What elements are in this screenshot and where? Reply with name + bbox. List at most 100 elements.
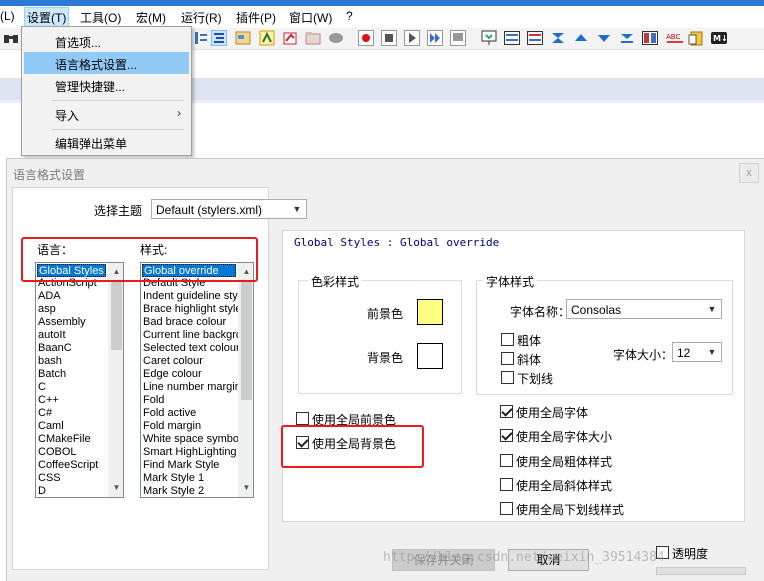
bg-color-swatch[interactable] bbox=[417, 343, 443, 369]
save-macro-icon[interactable] bbox=[450, 30, 466, 46]
list-item[interactable]: C++ bbox=[38, 394, 59, 407]
italic-checkbox[interactable] bbox=[501, 352, 514, 365]
scroll-down-icon[interactable]: ▼ bbox=[111, 482, 122, 494]
menu-item-preferences[interactable]: 首选项... bbox=[24, 30, 189, 52]
list-item[interactable]: Smart HighLighting bbox=[143, 446, 237, 459]
list-item[interactable]: Batch bbox=[38, 368, 66, 381]
transparency-slider[interactable] bbox=[656, 567, 746, 575]
scroll-thumb[interactable] bbox=[241, 280, 252, 400]
list-item[interactable]: Edge colour bbox=[143, 368, 202, 381]
list-item[interactable]: Caml bbox=[38, 420, 64, 433]
record-icon[interactable] bbox=[328, 30, 344, 46]
menu-language[interactable]: (L) bbox=[0, 9, 15, 23]
binoculars-icon[interactable] bbox=[3, 30, 19, 46]
font-name-select[interactable]: Consolas ▼ bbox=[566, 299, 722, 319]
list-item[interactable]: bash bbox=[38, 355, 62, 368]
style-list[interactable]: Global override Default Style Indent gui… bbox=[140, 262, 254, 498]
list-item[interactable]: C bbox=[38, 381, 46, 394]
macro-icon[interactable] bbox=[305, 30, 321, 46]
list-item[interactable]: Caret colour bbox=[143, 355, 203, 368]
use-global-font-size-checkbox[interactable] bbox=[500, 429, 513, 442]
language-list-scrollbar[interactable]: ▲ ▼ bbox=[108, 263, 123, 497]
list-item[interactable]: ADA bbox=[38, 290, 61, 303]
menu-item-shortcut-mapper[interactable]: 管理快捷键... bbox=[24, 74, 189, 96]
list-item[interactable]: CoffeeScript bbox=[38, 459, 98, 472]
stop-icon[interactable] bbox=[381, 30, 397, 46]
list-item[interactable]: Brace highlight style bbox=[143, 303, 241, 316]
list-item[interactable]: CMakeFile bbox=[38, 433, 91, 446]
font-name-value: Consolas bbox=[571, 303, 622, 317]
use-global-fg-checkbox[interactable] bbox=[296, 412, 309, 425]
use-global-italic-checkbox[interactable] bbox=[500, 478, 513, 491]
list-item[interactable]: Fold active bbox=[143, 407, 196, 420]
list-item[interactable]: Mark Style 1 bbox=[143, 472, 204, 485]
use-global-font-checkbox[interactable] bbox=[500, 405, 513, 418]
italic-label: 斜体 bbox=[517, 353, 542, 367]
theme-select-value: Default (stylers.xml) bbox=[156, 203, 263, 217]
language-list[interactable]: Global Styles ActionScript ADA asp Assem… bbox=[35, 262, 124, 498]
clipboard-icon[interactable] bbox=[688, 30, 704, 46]
theme-select[interactable]: Default (stylers.xml) ▼ bbox=[151, 199, 307, 219]
menu-help[interactable]: ? bbox=[346, 9, 353, 23]
list-item[interactable]: D bbox=[38, 485, 46, 497]
menu-item-style-configurator[interactable]: 语言格式设置... bbox=[24, 52, 189, 74]
menu-tools[interactable]: 工具(O) bbox=[80, 9, 121, 26]
list-item[interactable]: C# bbox=[38, 407, 52, 420]
font-size-label: 字体大小： bbox=[613, 348, 674, 362]
word-wrap-icon[interactable] bbox=[193, 30, 209, 46]
expand-icon[interactable] bbox=[619, 30, 635, 46]
scroll-down-icon[interactable]: ▼ bbox=[241, 482, 252, 494]
underline-checkbox[interactable] bbox=[501, 371, 514, 384]
collapse-icon[interactable] bbox=[550, 30, 566, 46]
function-list-icon[interactable] bbox=[259, 30, 275, 46]
use-global-underline-checkbox[interactable] bbox=[500, 502, 513, 515]
markdown-icon[interactable]: M↓ bbox=[711, 30, 727, 46]
use-global-bold-checkbox[interactable] bbox=[500, 454, 513, 467]
play-icon[interactable] bbox=[404, 30, 420, 46]
close-button[interactable]: x bbox=[739, 163, 759, 183]
list-item[interactable]: Line number margin bbox=[143, 381, 241, 394]
list-item[interactable]: Fold margin bbox=[143, 420, 201, 433]
menu-plugins[interactable]: 插件(P) bbox=[236, 9, 276, 26]
list-item[interactable]: CSS bbox=[38, 472, 61, 485]
list-item[interactable]: Mark Style 2 bbox=[143, 485, 204, 497]
play-multiple-icon[interactable] bbox=[427, 30, 443, 46]
menu-item-edit-popup-menu[interactable]: 编辑弹出菜单 bbox=[24, 131, 189, 153]
style-list-scrollbar[interactable]: ▲ ▼ bbox=[238, 263, 253, 497]
watermark: http://blog.csdn.net/weixin_39514384 bbox=[383, 550, 665, 565]
menu-item-label: 编辑弹出菜单 bbox=[55, 137, 128, 151]
list-item[interactable]: asp bbox=[38, 303, 56, 316]
bookmark-icon[interactable] bbox=[481, 30, 497, 46]
spellcheck-text: ABC bbox=[666, 33, 680, 41]
scroll-thumb[interactable] bbox=[111, 280, 122, 350]
list-icon[interactable] bbox=[504, 30, 520, 46]
menu-window[interactable]: 窗口(W) bbox=[289, 9, 332, 26]
list-item[interactable]: Fold bbox=[143, 394, 164, 407]
list-item[interactable]: Selected text colour bbox=[143, 342, 240, 355]
list2-icon[interactable] bbox=[527, 30, 543, 46]
list-item[interactable]: COBOL bbox=[38, 446, 77, 459]
map-icon[interactable] bbox=[235, 30, 251, 46]
menu-item-import[interactable]: 导入 › bbox=[24, 103, 189, 125]
folder-icon[interactable] bbox=[282, 30, 298, 46]
bold-checkbox[interactable] bbox=[501, 333, 514, 346]
use-global-underline-label: 使用全局下划线样式 bbox=[516, 503, 625, 517]
indent-guide-icon[interactable] bbox=[211, 30, 227, 46]
font-size-select[interactable]: 12 ▼ bbox=[672, 342, 722, 362]
spellcheck-icon[interactable]: ABC bbox=[665, 30, 685, 46]
list-item[interactable]: White space symbol bbox=[143, 433, 241, 446]
list-item[interactable]: BaanC bbox=[38, 342, 72, 355]
down-icon[interactable] bbox=[596, 30, 612, 46]
menu-macro[interactable]: 宏(M) bbox=[136, 9, 166, 26]
column-icon[interactable] bbox=[642, 30, 658, 46]
list-item[interactable]: Find Mark Style bbox=[143, 459, 219, 472]
list-item[interactable]: autoIt bbox=[38, 329, 66, 342]
list-item[interactable]: Bad brace colour bbox=[143, 316, 226, 329]
up-icon[interactable] bbox=[573, 30, 589, 46]
menu-run[interactable]: 运行(R) bbox=[181, 9, 222, 26]
list-item[interactable]: Assembly bbox=[38, 316, 86, 329]
list-item[interactable]: Indent guideline style bbox=[143, 290, 246, 303]
record-button-icon[interactable] bbox=[358, 30, 374, 46]
fg-color-swatch[interactable] bbox=[417, 299, 443, 325]
menu-settings[interactable]: 设置(T) bbox=[24, 7, 70, 28]
